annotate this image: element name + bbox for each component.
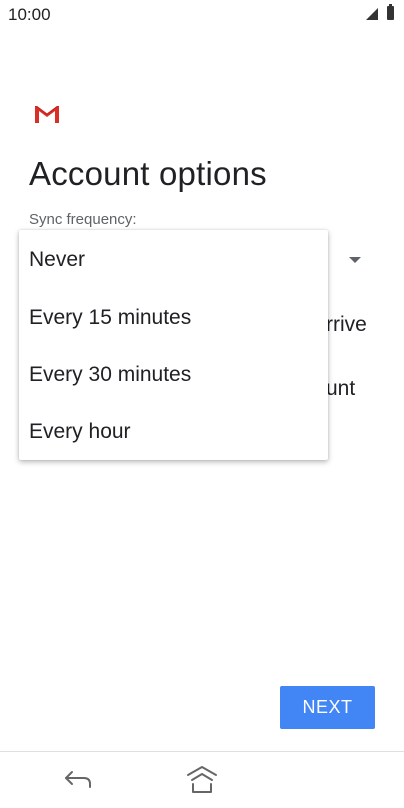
gmail-icon — [34, 105, 60, 123]
signal-icon — [366, 8, 378, 20]
background-option-text: unt — [326, 377, 356, 400]
dropdown-option-every-15-minutes[interactable]: Every 15 minutes — [19, 289, 328, 346]
dropdown-arrow-icon[interactable] — [349, 257, 361, 263]
sync-frequency-label: Sync frequency: — [29, 211, 137, 228]
next-button[interactable]: NEXT — [280, 686, 375, 729]
dropdown-option-every-30-minutes[interactable]: Every 30 minutes — [19, 346, 328, 403]
nav-divider — [0, 751, 404, 752]
home-icon[interactable] — [184, 763, 220, 795]
back-icon[interactable] — [62, 767, 94, 791]
background-option-text: rrive — [326, 313, 367, 336]
page-title: Account options — [29, 155, 267, 192]
dropdown-option-every-hour[interactable]: Every hour — [19, 403, 328, 460]
battery-icon — [387, 4, 394, 20]
dropdown-option-never[interactable]: Never — [19, 231, 328, 288]
sync-frequency-dropdown: Never Every 15 minutes Every 30 minutes … — [19, 230, 328, 460]
status-bar: 10:00 — [0, 0, 404, 30]
screen: 10:00 Account options Sync frequency: rr… — [0, 0, 404, 808]
status-time: 10:00 — [8, 5, 51, 24]
